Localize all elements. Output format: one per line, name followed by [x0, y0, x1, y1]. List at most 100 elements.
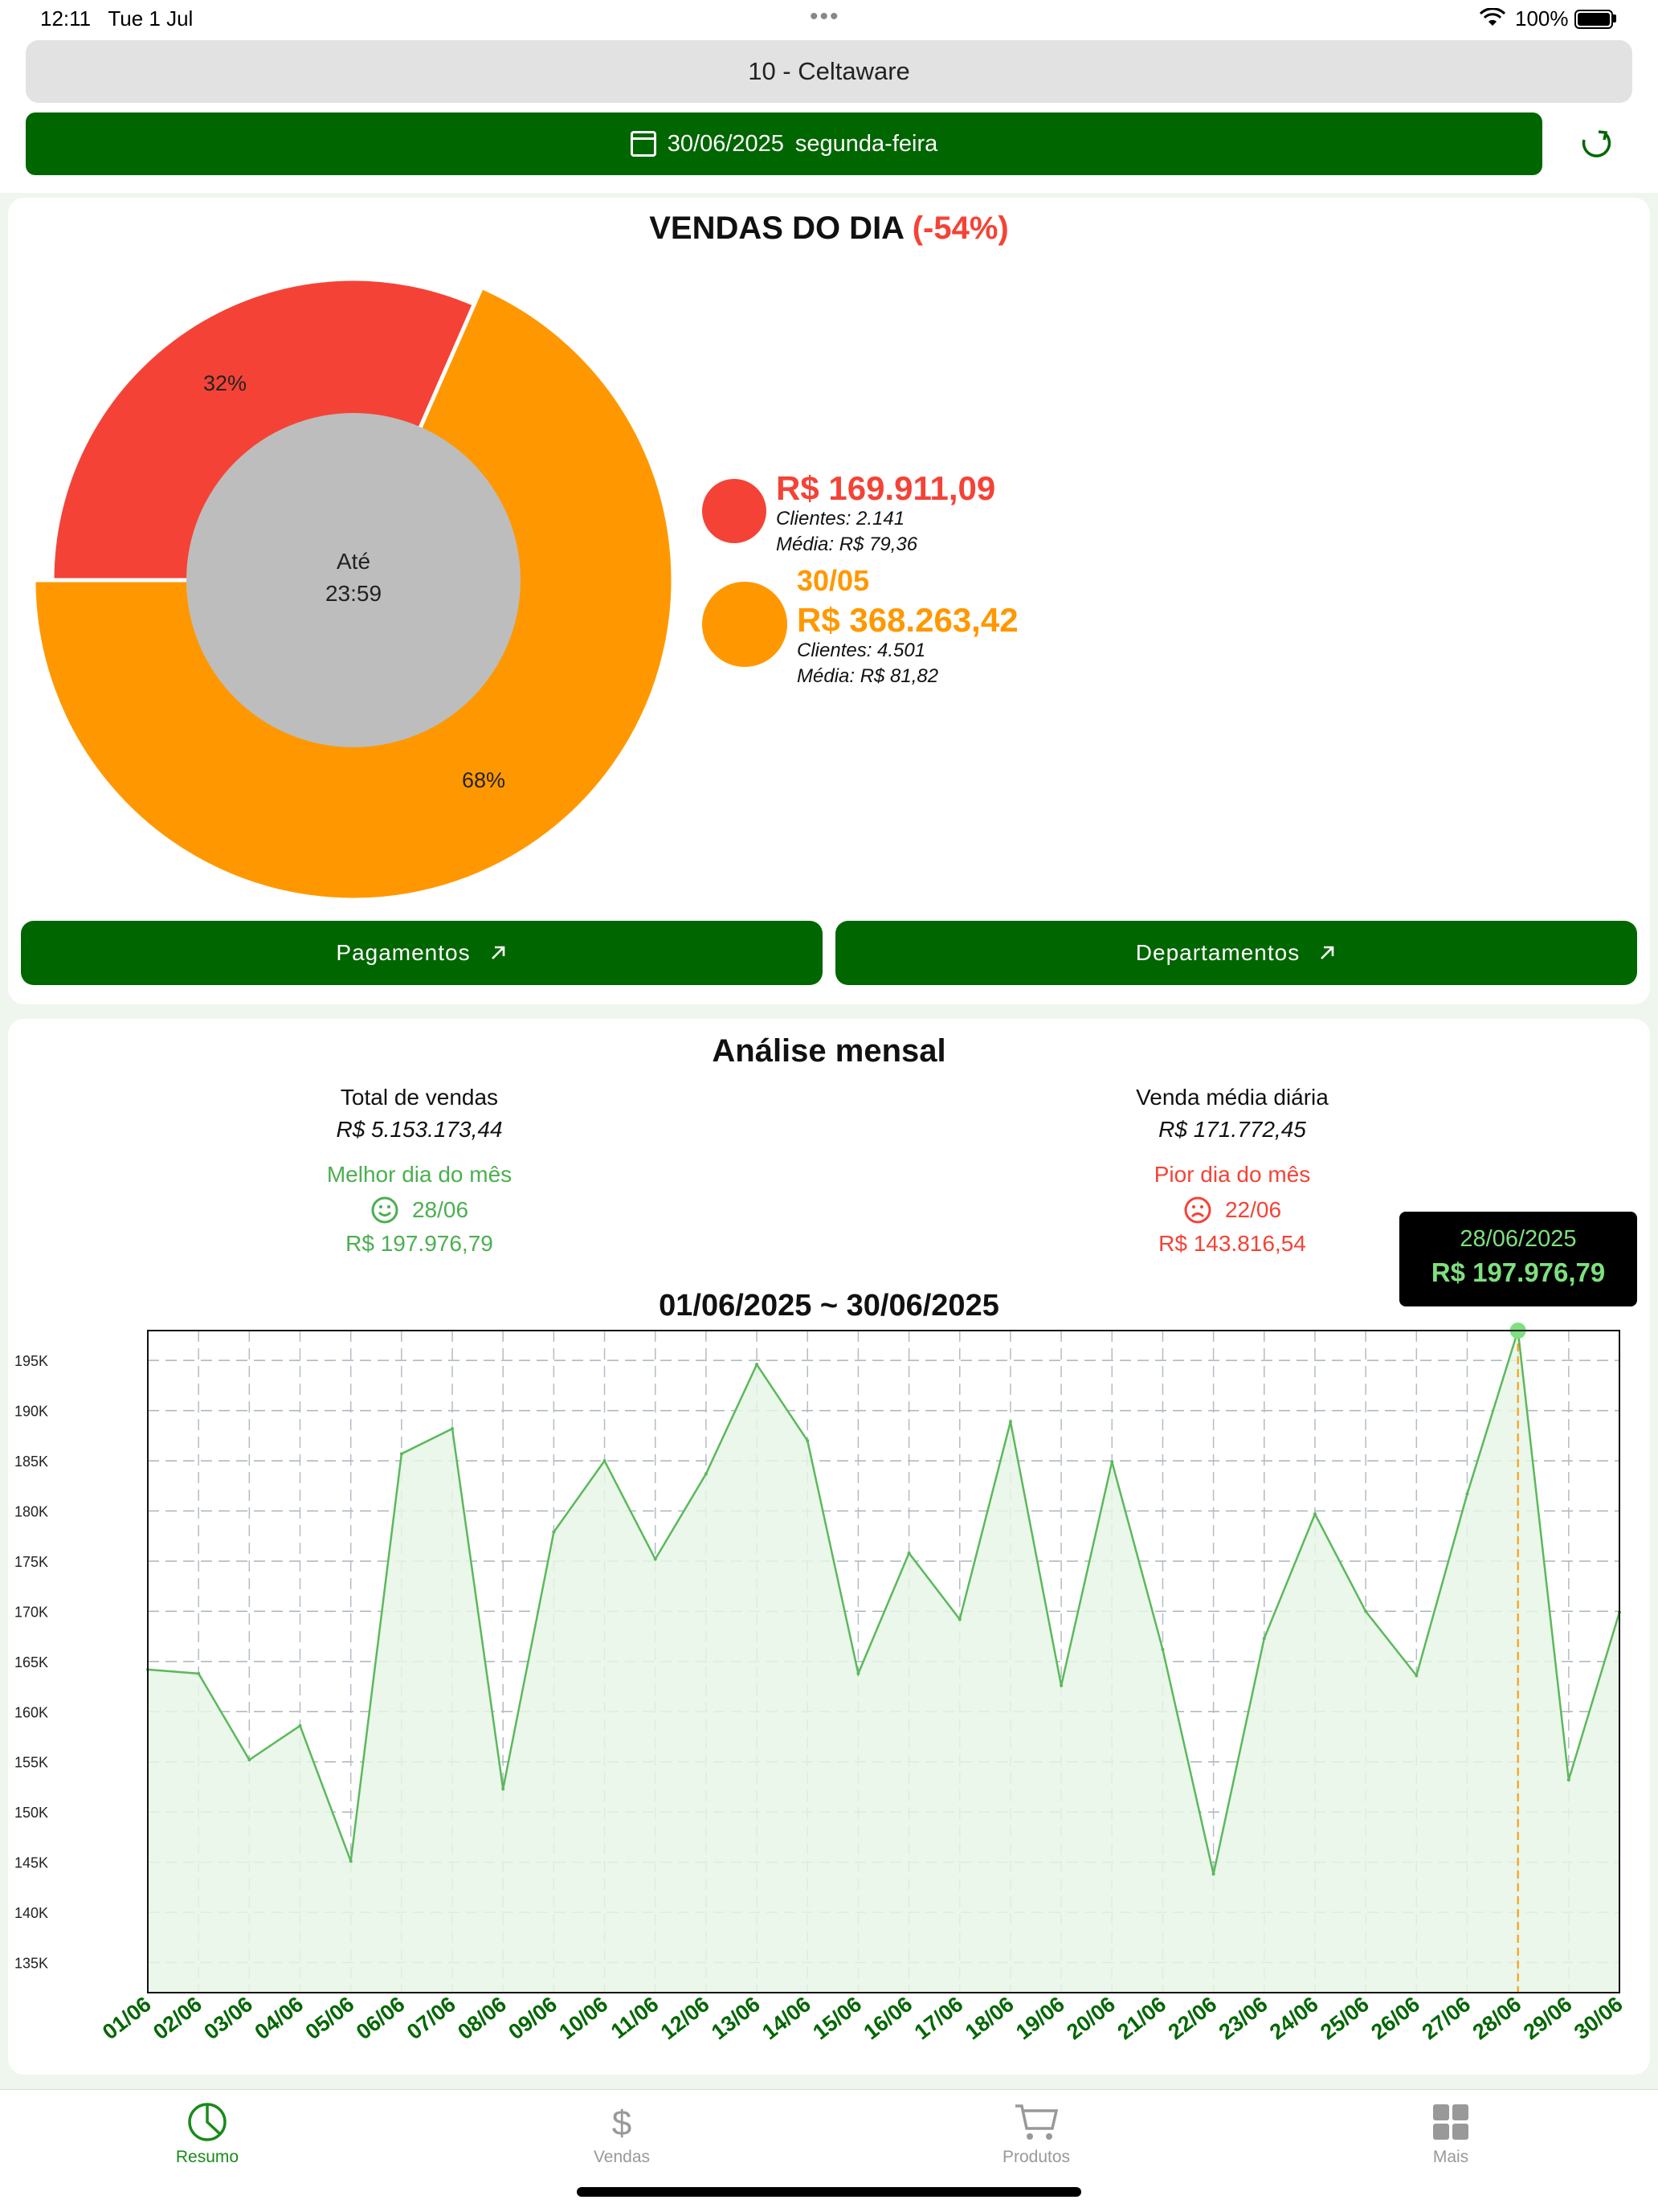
data-point — [349, 1859, 353, 1863]
data-point — [602, 1459, 606, 1463]
donut-center-line2: 23:59 — [325, 581, 382, 606]
arrow-up-right-icon — [1321, 946, 1334, 959]
y-tick-label: 170K — [14, 1604, 48, 1620]
battery-icon — [1574, 10, 1613, 29]
x-tick-label: 29/06 — [1519, 1992, 1577, 2044]
total-sales-value: R$ 5.153.173,44 — [336, 1117, 503, 1142]
x-tick-label: 25/06 — [1316, 1992, 1374, 2044]
y-tick-label: 140K — [14, 1905, 48, 1921]
home-indicator — [577, 2187, 1081, 2197]
tab-resumo[interactable]: Resumo — [127, 2101, 288, 2167]
selected-weekday: segunda-feira — [794, 130, 938, 157]
donut-center-line1: Até — [337, 549, 370, 574]
data-point — [1262, 1637, 1266, 1641]
battery-percent: 100% — [1515, 6, 1569, 31]
x-tick-label: 23/06 — [1215, 1992, 1272, 2044]
y-tick-label: 145K — [14, 1855, 48, 1871]
smiley-face-icon — [371, 1196, 398, 1224]
x-tick-label: 24/06 — [1265, 1992, 1323, 2044]
data-point — [1415, 1674, 1419, 1678]
x-tick-label: 15/06 — [808, 1992, 866, 2044]
svg-text:$: $ — [612, 2104, 631, 2143]
legend-dot-previous — [702, 582, 787, 667]
data-point — [1364, 1609, 1368, 1613]
arrow-up-right-icon — [491, 946, 504, 959]
data-point — [806, 1439, 810, 1443]
data-point — [399, 1452, 403, 1456]
x-tick-label: 07/06 — [402, 1992, 460, 2044]
previous-sales-value: R$ 368.263,42 — [797, 601, 1019, 639]
y-tick-label: 185K — [14, 1454, 48, 1470]
x-tick-label: 05/06 — [301, 1992, 359, 2044]
data-point — [1008, 1420, 1012, 1424]
best-day-stat: Melhor dia do mês 28/06 R$ 197.976,79 — [138, 1162, 700, 1257]
y-tick-label: 160K — [14, 1704, 48, 1720]
pie-chart-icon — [188, 2103, 227, 2141]
company-selector[interactable]: 10 - Celtaware — [26, 40, 1632, 103]
multitask-dots-icon[interactable]: ••• — [810, 3, 840, 31]
current-average: Média: R$ 79,36 — [776, 534, 918, 555]
selected-date: 30/06/2025 — [667, 130, 784, 157]
tab-mais[interactable]: Mais — [1370, 2101, 1531, 2167]
slice-label-previous: 68% — [462, 768, 505, 792]
x-tick-label: 10/06 — [555, 1992, 613, 2044]
data-point — [1060, 1683, 1064, 1687]
tooltip-date: 28/06/2025 — [1460, 1226, 1577, 1252]
data-point — [298, 1723, 302, 1727]
y-tick-label: 135K — [14, 1956, 48, 1972]
dollar-icon: $ — [612, 2104, 631, 2143]
worst-day-date: 22/06 — [1224, 1197, 1282, 1222]
data-point — [197, 1671, 201, 1675]
x-tick-label: 22/06 — [1164, 1992, 1222, 2044]
previous-date: 30/05 — [797, 564, 870, 597]
x-tick-label: 11/06 — [606, 1992, 664, 2043]
x-tick-label: 02/06 — [149, 1992, 206, 2044]
shopping-cart-icon — [1015, 2104, 1059, 2140]
data-point — [1465, 1492, 1469, 1496]
monthly-sales-chart[interactable]: 195K 190K 185K 180K 175K 170K 165K 160K 155K 150K… — [0, 1318, 1658, 2073]
sales-day-change: (-54%) — [912, 211, 1009, 246]
tooltip-value: R$ 197.976,79 — [1431, 1257, 1606, 1287]
data-point — [247, 1758, 251, 1762]
data-point — [451, 1427, 455, 1431]
sales-donut-chart: Até 23:59 32% 68% — [31, 276, 676, 902]
data-point — [1313, 1512, 1317, 1516]
date-picker-button[interactable]: 30/06/2025 segunda-feira — [26, 112, 1542, 175]
data-point — [501, 1787, 505, 1791]
x-tick-label: 01/06 — [98, 1992, 156, 2044]
x-tick-label: 20/06 — [1062, 1992, 1120, 2044]
donut-center — [186, 413, 521, 747]
monthly-title: Análise mensal — [712, 1033, 946, 1069]
sales-day-title: VENDAS DO DIA (-54%) — [649, 211, 1009, 246]
avg-daily-stat: Venda média diária R$ 171.772,45 — [951, 1085, 1513, 1143]
avg-daily-value: R$ 171.772,45 — [1158, 1117, 1306, 1142]
wifi-icon — [1480, 8, 1505, 26]
calendar-icon — [630, 131, 656, 157]
x-tick-label: 16/06 — [860, 1992, 917, 2044]
refresh-icon[interactable] — [1574, 122, 1616, 164]
tab-vendas[interactable]: $ Vendas — [541, 2101, 702, 2167]
y-tick-label: 190K — [14, 1404, 48, 1420]
data-point — [856, 1671, 860, 1675]
x-tick-label: 12/06 — [656, 1992, 714, 2044]
legend-dot-current — [702, 479, 766, 543]
x-tick-label: 28/06 — [1468, 1992, 1526, 2044]
data-point — [1161, 1647, 1165, 1651]
grid-icon — [1433, 2104, 1468, 2140]
departments-button[interactable]: Departamentos — [835, 921, 1637, 985]
x-tick-label: 19/06 — [1011, 1992, 1069, 2044]
x-tick-label: 13/06 — [707, 1992, 765, 2044]
x-tick-label: 26/06 — [1366, 1992, 1424, 2044]
payments-button[interactable]: Pagamentos — [21, 921, 823, 985]
slice-label-current: 32% — [203, 371, 247, 395]
x-tick-label: 30/06 — [1570, 1992, 1627, 2044]
total-sales-stat: Total de vendas R$ 5.153.173,44 — [138, 1085, 700, 1143]
data-point — [704, 1472, 708, 1476]
y-tick-label: 195K — [14, 1353, 48, 1369]
x-tick-label: 18/06 — [961, 1992, 1019, 2044]
data-point — [907, 1551, 911, 1555]
x-tick-label: 17/06 — [910, 1992, 968, 2044]
data-point — [653, 1557, 657, 1561]
tab-produtos[interactable]: Produtos — [956, 2101, 1117, 2167]
x-tick-label: 06/06 — [352, 1992, 410, 2044]
